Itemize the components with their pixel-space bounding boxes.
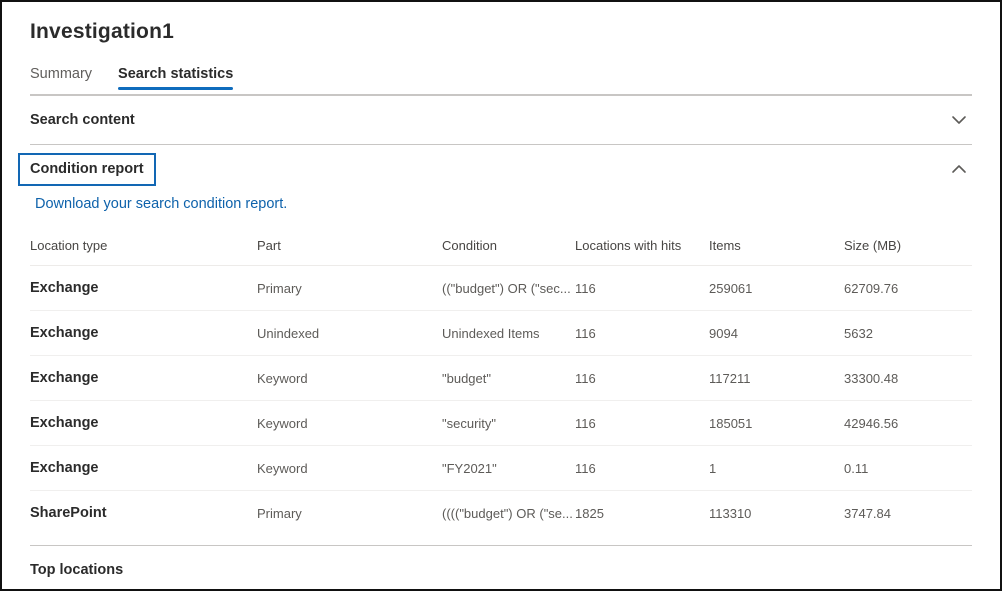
cell-condition: (((("budget") OR ("se... (442, 491, 575, 536)
table-row[interactable]: Exchange Keyword "budget" 116 117211 333… (30, 356, 972, 401)
section-top-locations[interactable]: Top locations (30, 546, 972, 594)
table-header-row: Location type Part Condition Locations w… (30, 226, 972, 266)
download-condition-report-link[interactable]: Download your search condition report. (35, 196, 287, 212)
cell-locations-with-hits: 116 (575, 446, 709, 491)
cell-items: 9094 (709, 311, 844, 356)
cell-location-type: Exchange (30, 356, 257, 401)
cell-locations-with-hits: 1825 (575, 491, 709, 536)
section-search-content[interactable]: Search content (30, 96, 972, 144)
cell-locations-with-hits: 116 (575, 266, 709, 311)
column-header-locations-with-hits[interactable]: Locations with hits (575, 226, 709, 266)
table-row[interactable]: Exchange Keyword "FY2021" 116 1 0.11 (30, 446, 972, 491)
cell-items: 113310 (709, 491, 844, 536)
column-header-part[interactable]: Part (257, 226, 442, 266)
cell-condition: "FY2021" (442, 446, 575, 491)
page-title: Investigation1 (30, 20, 972, 44)
cell-condition: "budget" (442, 356, 575, 401)
investigation-page: Investigation1 Summary Search statistics… (2, 2, 1000, 589)
condition-report-table: Location type Part Condition Locations w… (30, 226, 972, 536)
chevron-up-icon[interactable] (946, 156, 972, 182)
cell-size-mb: 0.11 (844, 446, 972, 491)
cell-items: 1 (709, 446, 844, 491)
chevron-down-icon[interactable] (946, 107, 972, 133)
column-header-location-type[interactable]: Location type (30, 226, 257, 266)
condition-report-focus-box: Condition report (18, 153, 156, 186)
cell-part: Keyword (257, 401, 442, 446)
cell-size-mb: 42946.56 (844, 401, 972, 446)
cell-condition: (("budget") OR ("sec... (442, 266, 575, 311)
cell-size-mb: 3747.84 (844, 491, 972, 536)
cell-location-type: Exchange (30, 311, 257, 356)
top-locations-label: Top locations (30, 562, 123, 578)
cell-part: Primary (257, 491, 442, 536)
tab-bar: Summary Search statistics (30, 66, 972, 94)
cell-size-mb: 5632 (844, 311, 972, 356)
cell-locations-with-hits: 116 (575, 401, 709, 446)
table-row[interactable]: Exchange Primary (("budget") OR ("sec...… (30, 266, 972, 311)
condition-report-label: Condition report (30, 161, 144, 177)
cell-items: 259061 (709, 266, 844, 311)
cell-part: Keyword (257, 446, 442, 491)
cell-location-type: Exchange (30, 266, 257, 311)
cell-condition: "security" (442, 401, 575, 446)
column-header-condition[interactable]: Condition (442, 226, 575, 266)
cell-size-mb: 33300.48 (844, 356, 972, 401)
cell-items: 117211 (709, 356, 844, 401)
table-row[interactable]: Exchange Keyword "security" 116 185051 4… (30, 401, 972, 446)
column-header-items[interactable]: Items (709, 226, 844, 266)
cell-location-type: Exchange (30, 401, 257, 446)
search-content-label: Search content (30, 112, 135, 128)
cell-part: Keyword (257, 356, 442, 401)
cell-items: 185051 (709, 401, 844, 446)
table-row[interactable]: Exchange Unindexed Unindexed Items 116 9… (30, 311, 972, 356)
section-condition-report[interactable]: Condition report (30, 145, 972, 193)
cell-size-mb: 62709.76 (844, 266, 972, 311)
tab-search-statistics[interactable]: Search statistics (118, 66, 233, 94)
cell-location-type: SharePoint (30, 491, 257, 536)
tab-summary[interactable]: Summary (30, 66, 92, 94)
cell-locations-with-hits: 116 (575, 356, 709, 401)
cell-part: Unindexed (257, 311, 442, 356)
cell-condition: Unindexed Items (442, 311, 575, 356)
cell-part: Primary (257, 266, 442, 311)
table-row[interactable]: SharePoint Primary (((("budget") OR ("se… (30, 491, 972, 536)
column-header-size-mb[interactable]: Size (MB) (844, 226, 972, 266)
cell-locations-with-hits: 116 (575, 311, 709, 356)
cell-location-type: Exchange (30, 446, 257, 491)
